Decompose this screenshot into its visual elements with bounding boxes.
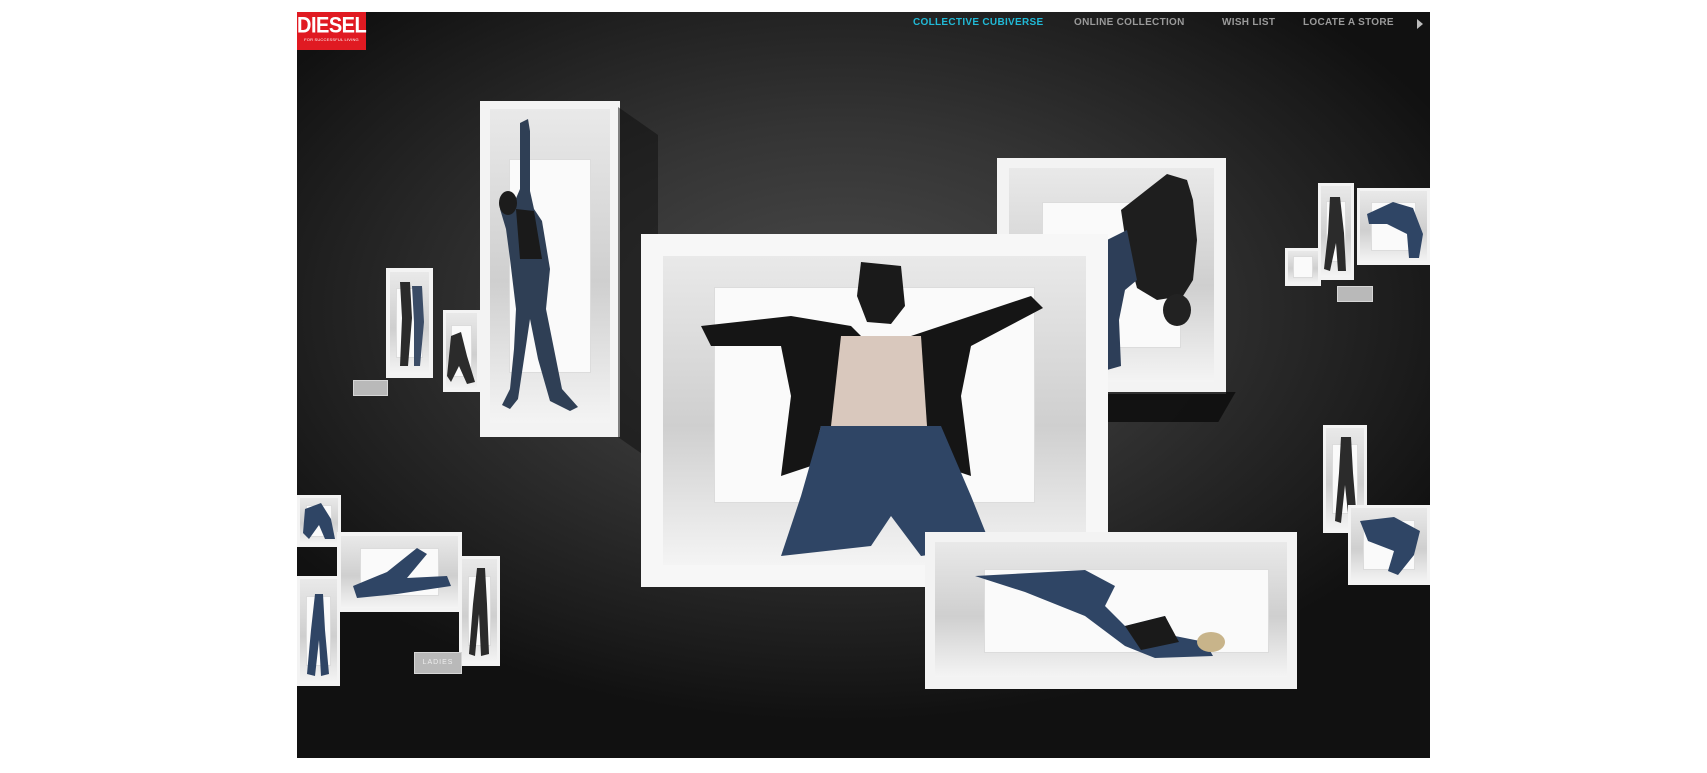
nav-wish-list[interactable]: WISH LIST bbox=[1222, 16, 1275, 30]
cube-label-ladies[interactable]: LADIES bbox=[414, 652, 462, 674]
model-figure-icon bbox=[1360, 517, 1420, 575]
nav-online-collection[interactable]: ONLINE COLLECTION bbox=[1074, 16, 1185, 30]
cube-thumb-right-a[interactable] bbox=[1318, 183, 1354, 280]
model-figure-icon bbox=[1097, 174, 1197, 370]
cube-thumb-right-c[interactable] bbox=[1285, 248, 1321, 286]
model-figure-icon bbox=[400, 282, 424, 366]
cube-thumb-right-b[interactable] bbox=[1357, 188, 1430, 265]
model-figure-icon bbox=[701, 262, 1043, 556]
cube-thumb-couple[interactable] bbox=[386, 268, 433, 378]
cube-woman-stretching[interactable] bbox=[480, 101, 658, 466]
cube-thumb-standing-left[interactable] bbox=[459, 556, 500, 666]
nav-locate-a-store[interactable]: LOCATE A STORE bbox=[1303, 16, 1394, 30]
cube-thumb-crouching[interactable] bbox=[297, 495, 341, 547]
cube-woman-lying[interactable] bbox=[925, 532, 1297, 689]
cube-thumb-right-e[interactable] bbox=[1348, 505, 1430, 585]
model-figure-icon bbox=[303, 503, 335, 539]
model-figure-icon bbox=[469, 568, 489, 656]
cubiverse-stage[interactable]: DIESEL FOR SUCCESSFUL LIVING COLLECTIVE … bbox=[297, 12, 1430, 758]
nav-collective-cubiverse[interactable]: COLLECTIVE CUBIVERSE bbox=[913, 16, 1043, 30]
model-figure-icon bbox=[447, 332, 475, 384]
model-figure-icon bbox=[499, 119, 578, 411]
cube-thumb-sitting[interactable] bbox=[443, 310, 480, 392]
model-figure-icon bbox=[1324, 197, 1346, 271]
cube-label-right[interactable] bbox=[1337, 286, 1373, 302]
model-figure-icon bbox=[975, 570, 1225, 658]
model-figure-icon bbox=[1367, 202, 1423, 258]
model-figure-icon bbox=[307, 594, 329, 676]
top-nav: COLLECTIVE CUBIVERSE ONLINE COLLECTION W… bbox=[297, 16, 1430, 36]
play-triangle-icon[interactable] bbox=[1417, 19, 1423, 29]
cube-thumb-standing-bottom[interactable] bbox=[297, 576, 340, 686]
model-figure-icon bbox=[353, 548, 451, 598]
cube-label-left[interactable] bbox=[353, 380, 388, 396]
cube-thumb-lying-left[interactable] bbox=[337, 532, 462, 612]
